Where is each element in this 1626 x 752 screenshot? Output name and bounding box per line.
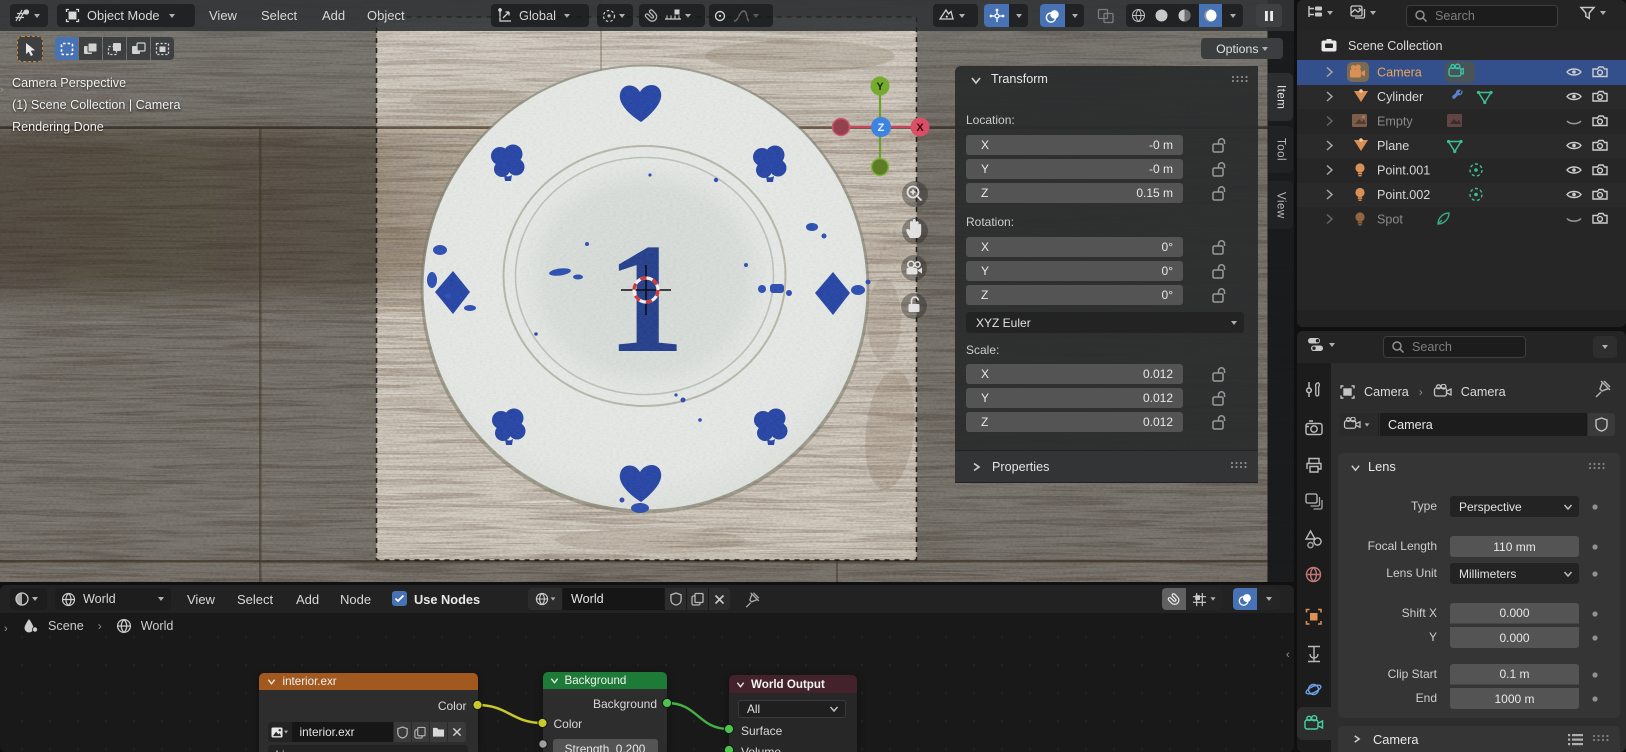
svg-text:Spot: Spot — [1377, 213, 1403, 227]
svg-text:X: X — [916, 122, 924, 134]
svg-text:Point.001: Point.001 — [1377, 164, 1430, 178]
svg-text:Y: Y — [876, 81, 884, 93]
svg-text:Z: Z — [878, 122, 885, 134]
svg-text:Empty: Empty — [1377, 115, 1413, 129]
svg-text:Point.002: Point.002 — [1377, 188, 1430, 202]
svg-text:Camera: Camera — [1377, 66, 1422, 80]
svg-text:Cylinder: Cylinder — [1377, 90, 1423, 104]
svg-text:Plane: Plane — [1377, 139, 1409, 153]
